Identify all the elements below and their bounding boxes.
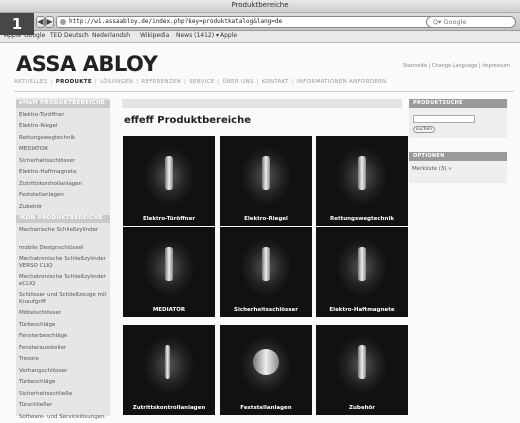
sidebar-item[interactable]: Elektro-Haftmagnete [16,169,110,177]
product-label: Elektro-Riegel [244,216,288,222]
product-tile[interactable]: Elektro-Türöffner [123,136,215,226]
step-badge: 1 [0,13,34,35]
screenshot: Produktbereiche ◀ ▶ http://w1.assaabloy.… [0,0,520,423]
product-label: Zubehör [349,405,375,411]
nav-separator: | [217,79,220,85]
nav-item[interactable]: KONTAKT [262,79,289,85]
nav-separator: | [136,79,139,85]
sidebar-item[interactable]: mobile Designschlüssel [16,245,110,253]
nav-item[interactable]: PRODUKTE [56,79,92,85]
product-label: MEDIATOR [152,307,186,313]
product-label: Zutrittskontrollanlagen [132,405,206,411]
product-search-title: PRODUKTSUCHE [409,99,507,108]
bookmark-item[interactable]: News (1412) ▾ [176,32,219,39]
bookmark-item[interactable]: TED Deutsch [50,32,89,39]
options-title: OPTIONEN [409,152,507,161]
product-image [358,247,366,281]
main-navigation: AKTUELLES | PRODUKTE | LÖSUNGEN | REFERENZEN | S… [14,79,514,89]
sidebar-item[interactable]: Vorhangschlösser [16,368,110,376]
product-search-box [409,108,507,138]
nav-item[interactable]: INFORMATIONEN ANFORDERN [297,79,387,85]
favicon-icon [60,19,66,25]
product-label: Feststellanlagen [240,405,292,411]
assa-abloy-logo[interactable]: ASSA ABLOY [16,52,158,76]
product-image [262,156,270,190]
sidebar-item[interactable]: Türbeschläge [16,322,110,330]
product-tile[interactable]: Feststellanlagen [220,325,312,415]
sidebar: effeff PRODUKTBEREICHE Elektro-Türöffner E… [16,98,110,420]
sidebar-item[interactable]: Zutrittskontrollanlagen [16,181,110,189]
sidebar-item[interactable]: MEDIATOR [16,146,110,154]
product-image [358,156,366,190]
product-tile[interactable]: Elektro-Riegel [220,136,312,226]
product-tile[interactable]: Zubehör [316,325,408,415]
product-image [165,247,173,281]
window-title: Produktbereiche [231,1,289,9]
product-tile[interactable]: Sicherheitsschlösser [220,227,312,317]
nav-separator: | [256,79,259,85]
web-page: ASSA ABLOY Startseite | Change Language … [0,43,520,423]
sidebar-item[interactable]: Mechatronische Schließzylinder VERSO CLI… [16,256,110,270]
product-image [262,247,270,281]
sidebar-item[interactable]: Türbeschläge [16,379,110,387]
sidebar-item[interactable]: Feststellanlagen [16,192,110,200]
product-image [358,345,366,379]
nav-item[interactable]: LÖSUNGEN [100,79,133,85]
product-image [253,349,279,375]
sidebar-item[interactable]: Elektro-Türöffner [16,112,110,120]
sidebar-item[interactable]: Rettungswegtechnik [16,135,110,143]
browser-toolbar: ◀ ▶ http://w1.assaabloy.de/index.php?key… [0,13,520,31]
product-label: Elektro-Türöffner [142,216,196,222]
sidebar-item[interactable]: Tresore [16,356,110,364]
sidebar-item[interactable]: Zubehör [16,204,110,212]
product-label: Sicherheitsschlösser [233,307,298,313]
product-label: Rettungswegtechnik [329,216,394,222]
nav-separator: | [291,79,294,85]
nav-item[interactable]: SERVICE [189,79,214,85]
watchlist-link[interactable]: Merkliste (3) » [412,166,452,172]
product-tile[interactable]: Elektro-Haftmagnete [316,227,408,317]
sidebar-item[interactable]: Mechatronische Schließzylinder eCLIQ [16,274,110,288]
nav-divider [14,91,514,92]
bookmark-item[interactable]: Wikipedia [140,32,169,39]
back-button[interactable]: ◀ [36,16,45,28]
nav-separator: | [50,79,53,85]
product-tile[interactable]: Rettungswegtechnik [316,136,408,226]
product-tile[interactable]: MEDIATOR [123,227,215,317]
sidebar-item[interactable]: Möbelschlösser [16,310,110,318]
sidebar-item[interactable]: Sicherheitsschließe [16,391,110,399]
bookmarks-bar: Apple Google TED Deutsch Nederlandsh Wik… [0,31,520,43]
nav-separator: | [184,79,187,85]
page-title: effeff Produktbereiche [124,115,251,126]
options-box [409,161,507,183]
sidebar-item[interactable]: Türschließer [16,402,110,410]
nav-item[interactable]: AKTUELLES [14,79,48,85]
address-text: http://w1.assaabloy.de/index.php?key=pro… [69,18,283,25]
breadcrumb-bar [122,99,402,108]
sidebar-item[interactable]: Elektro-Riegel [16,123,110,131]
browser-titlebar: Produktbereiche [0,0,520,13]
bookmark-item[interactable]: Nederlandsh [92,32,130,39]
sidebar-item[interactable]: Fensterbeschläge [16,333,110,341]
product-image [165,345,170,379]
search-field[interactable]: Q▾ Google [426,16,516,28]
top-links[interactable]: Startseite | Change Language | Impressum [403,63,510,69]
sidebar-section-heading: IKON PRODUKTBEREICHE [16,215,110,223]
product-image [165,156,173,190]
bookmark-item[interactable]: Apple [220,32,237,39]
product-label: Elektro-Haftmagnete [329,307,395,313]
search-button[interactable]: suchen [413,126,435,133]
sidebar-item[interactable]: Software- und Servicelösungen [16,414,110,423]
forward-button[interactable]: ▶ [45,16,54,28]
sidebar-item[interactable]: Mechanische Schließzylinder [16,227,110,241]
nav-item[interactable]: REFERENZEN [141,79,181,85]
nav-separator: | [94,79,98,85]
sidebar-section-heading: effeff PRODUKTBEREICHE [16,100,110,108]
sidebar-item[interactable]: Schlösser und Schließzeuge mit Knaufgrif… [16,292,110,306]
nav-item[interactable]: ÜBER UNS [223,79,254,85]
sidebar-item[interactable]: Sicherheitsschlösser [16,158,110,166]
product-search-input[interactable] [413,115,475,123]
sidebar-item[interactable]: Fensteraussteller [16,345,110,353]
product-tile[interactable]: Zutrittskontrollanlagen [123,325,215,415]
